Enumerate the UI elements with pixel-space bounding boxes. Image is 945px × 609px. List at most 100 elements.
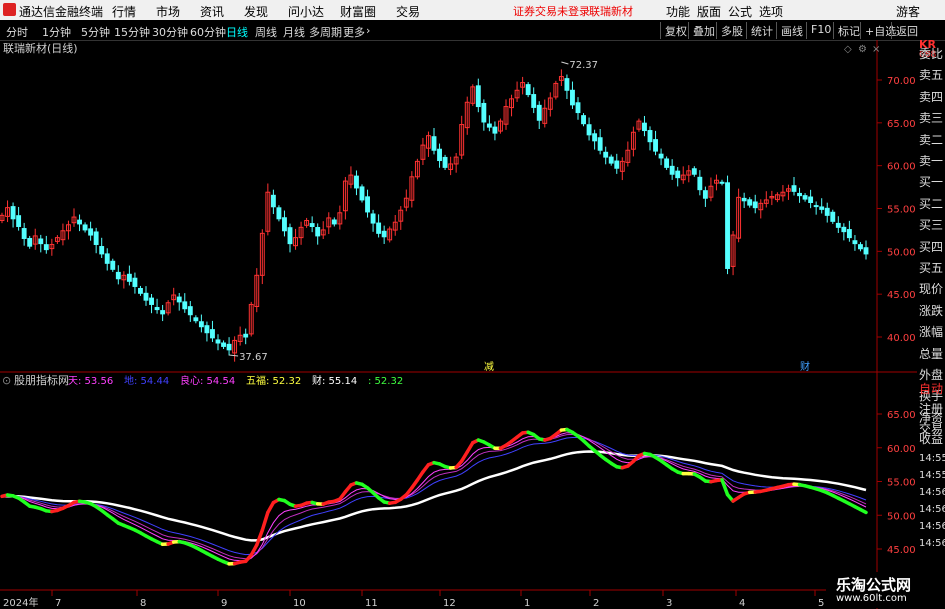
- watermark-title: 乐淘公式网: [836, 576, 912, 594]
- quote-field-label: 买四: [919, 239, 944, 254]
- candle-body: [138, 288, 143, 294]
- candle-body: [586, 124, 592, 136]
- current-stock: 联瑞新材: [589, 5, 633, 18]
- period-tab[interactable]: 多周期: [309, 24, 342, 40]
- y-tick-label: 65.00: [887, 119, 916, 130]
- toolbar-button[interactable]: 叠加: [688, 22, 719, 39]
- signal-segment: [260, 510, 270, 532]
- candle-body: [365, 196, 370, 213]
- menu-item-formula[interactable]: 公式: [728, 3, 752, 20]
- menu-item-trade[interactable]: 交易: [396, 3, 420, 20]
- candle-body: [88, 228, 94, 236]
- period-tab[interactable]: 周线: [255, 24, 277, 40]
- signal-segment: [255, 528, 265, 547]
- x-tick-label: 4: [739, 598, 745, 609]
- candle-body: [492, 126, 498, 134]
- candle-body: [858, 244, 863, 250]
- menu-item-layout[interactable]: 版面: [697, 3, 721, 20]
- x-tick-label: 5: [818, 598, 824, 609]
- candle-body: [221, 342, 226, 347]
- candle-body: [176, 296, 182, 303]
- candle-body: [808, 196, 814, 204]
- guest-label[interactable]: 游客: [896, 3, 920, 20]
- quote-field-label: 买三: [919, 218, 944, 233]
- candle-body: [536, 104, 542, 121]
- menu-item-ask[interactable]: 问小达: [288, 3, 324, 20]
- period-tab[interactable]: 60分钟: [190, 24, 226, 40]
- period-tab[interactable]: 30分钟: [152, 24, 188, 40]
- candle-body: [802, 195, 808, 200]
- candle-body: [570, 89, 575, 106]
- menu-item-news[interactable]: 资讯: [200, 3, 224, 20]
- collapse-icon[interactable]: ⊙: [2, 374, 11, 387]
- candle-body: [653, 139, 658, 152]
- panel-icons: ◇ ⚙ ×: [844, 44, 880, 55]
- toolbar-button[interactable]: 返回: [891, 22, 922, 39]
- period-tab[interactable]: 分时: [6, 24, 28, 40]
- y-tick-label: 60.00: [887, 162, 916, 173]
- candle-body: [863, 247, 869, 255]
- candle-body: [597, 137, 603, 151]
- quote-field-label[interactable]: 注册: [919, 400, 943, 417]
- x-tick-label: 1: [524, 598, 530, 609]
- signal-segment: [858, 507, 868, 515]
- toolbar-button[interactable]: 统计: [746, 22, 777, 39]
- candle-body: [525, 84, 531, 96]
- site-watermark: 乐淘公式网 www.60lt.com: [826, 572, 921, 608]
- toolbar-button[interactable]: 复权: [660, 22, 691, 39]
- candle-body: [813, 205, 819, 208]
- y-tick-label: 70.00: [887, 76, 916, 87]
- toolbar-button[interactable]: F10: [806, 22, 835, 39]
- menu-item-options[interactable]: 选项: [759, 3, 783, 20]
- event-marker[interactable]: 财: [800, 360, 810, 373]
- quote-field-label: 卖四: [919, 89, 944, 104]
- toolbar-button[interactable]: 多股: [716, 22, 747, 39]
- menu-item-markets[interactable]: 市场: [156, 3, 180, 20]
- candle-body: [99, 246, 105, 255]
- menu-item-function[interactable]: 功能: [666, 3, 690, 20]
- quote-field-label[interactable]: 交易: [919, 420, 943, 437]
- x-tick-label: 2: [593, 598, 599, 609]
- candle-body: [830, 211, 836, 222]
- chart-area[interactable]: 联瑞新材(日线) ◇ ⚙ × 70.00 65.00 60.00 55.00 50.00…: [0, 40, 917, 609]
- candle-body: [215, 339, 221, 344]
- diamond-icon[interactable]: ◇: [844, 44, 852, 55]
- candle-body: [614, 160, 620, 169]
- toolbar-button[interactable]: 画线: [776, 22, 807, 39]
- period-tab-more[interactable]: 更多: [343, 24, 365, 40]
- tick-time: 14:56: [919, 521, 945, 532]
- quote-field-label: 涨幅: [919, 325, 944, 340]
- event-marker[interactable]: 减: [484, 361, 494, 373]
- candle-body: [664, 158, 670, 168]
- menu-item-market[interactable]: 行情: [112, 3, 136, 20]
- period-bar: 分时 1分钟 5分钟 15分钟 30分钟 60分钟 日线 周线 月线 多周期 更…: [0, 21, 945, 41]
- candle-body: [204, 325, 210, 334]
- menu-item-wealth[interactable]: 财富圈: [340, 3, 376, 20]
- close-icon[interactable]: ×: [872, 44, 880, 55]
- candle-body: [315, 227, 321, 237]
- period-tab[interactable]: 月线: [283, 24, 305, 40]
- y-tick-label: 45.00: [887, 545, 916, 556]
- quote-side-panel: KR 688 委比 卖五 卖四 卖三 卖二 卖一 买一 买二 买三 买四 买五 现价 涨跌 涨幅 总量 外盘换…: [917, 38, 945, 609]
- period-tab[interactable]: 15分钟: [114, 24, 150, 40]
- chevron-right-icon[interactable]: ›: [366, 24, 370, 37]
- price-axis: 70.00 65.00 60.00 55.00 50.00 45.00 40.00: [877, 76, 916, 344]
- y-tick-label: 50.00: [887, 511, 916, 522]
- main-chart-title: 联瑞新材(日线): [3, 41, 78, 55]
- login-status[interactable]: 证券交易未登录: [513, 3, 590, 19]
- candle-body: [592, 133, 598, 142]
- candle-body: [797, 192, 802, 197]
- menu-item-discover[interactable]: 发现: [244, 3, 268, 20]
- tick-time: 14:56: [919, 504, 945, 515]
- period-tab[interactable]: 5分钟: [81, 24, 110, 40]
- app-logo-icon: [3, 3, 16, 16]
- app-title: 通达信金融终端: [19, 5, 104, 19]
- quote-field-label: 买五: [919, 261, 944, 275]
- x-axis-year: 2024年: [3, 596, 38, 609]
- gear-icon[interactable]: ⚙: [858, 44, 867, 55]
- period-tab-active[interactable]: 日线: [226, 24, 248, 40]
- period-tab[interactable]: 1分钟: [42, 24, 71, 40]
- indicator-series: [0, 427, 868, 566]
- candle-body: [819, 206, 825, 210]
- quote-field-label[interactable]: 自动: [919, 380, 943, 397]
